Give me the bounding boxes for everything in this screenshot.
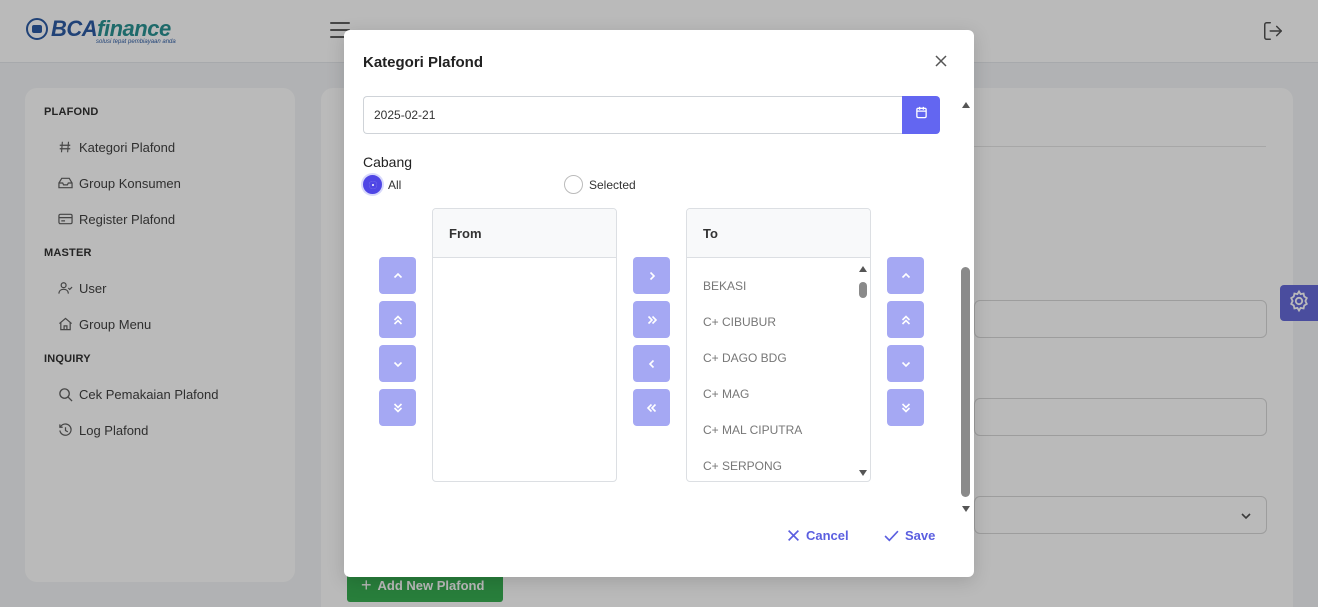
cancel-label: Cancel <box>806 528 849 543</box>
move-all-right-button[interactable] <box>633 301 670 338</box>
kategori-plafond-modal: Kategori Plafond 2025-02-21 Cabang All S… <box>344 30 974 577</box>
to-list-header: To <box>687 209 870 258</box>
radio-all-indicator[interactable] <box>363 175 382 194</box>
cancel-button[interactable]: Cancel <box>787 528 849 543</box>
radio-selected[interactable]: Selected <box>564 175 636 194</box>
save-label: Save <box>905 528 936 543</box>
radio-selected-label: Selected <box>589 177 636 192</box>
save-button[interactable]: Save <box>884 528 935 543</box>
modal-scrollbar[interactable] <box>961 100 971 512</box>
to-move-bottom-button[interactable] <box>887 389 924 426</box>
from-list-header: From <box>433 209 616 258</box>
scroll-thumb[interactable] <box>859 282 867 298</box>
to-list-items: BEKASI C+ CIBUBUR C+ DAGO BDG C+ MAG C+ MAL … <box>687 258 870 481</box>
modal-scroll-down-arrow-icon[interactable] <box>962 506 970 512</box>
move-right-button[interactable] <box>633 257 670 294</box>
move-top-button[interactable] <box>379 301 416 338</box>
list-item[interactable]: BEKASI <box>687 268 870 304</box>
to-move-up-button[interactable] <box>887 257 924 294</box>
calendar-button[interactable] <box>902 96 940 134</box>
from-list-items <box>433 258 616 268</box>
list-item[interactable]: C+ CIBUBUR <box>687 304 870 340</box>
to-list[interactable]: To BEKASI C+ CIBUBUR C+ DAGO BDG C+ MAG C+ M… <box>686 208 871 482</box>
radio-all-label: All <box>388 177 402 192</box>
move-bottom-button[interactable] <box>379 389 416 426</box>
list-item[interactable]: C+ MAL CIPUTRA <box>687 412 870 448</box>
modal-title: Kategori Plafond <box>363 54 484 71</box>
list-item[interactable]: C+ DAGO BDG <box>687 340 870 376</box>
modal-scroll-thumb[interactable] <box>961 267 970 497</box>
move-up-button[interactable] <box>379 257 416 294</box>
from-list[interactable]: From <box>432 208 617 482</box>
move-all-left-button[interactable] <box>633 389 670 426</box>
to-list-scrollbar[interactable] <box>859 264 867 478</box>
cabang-label: Cabang <box>363 154 413 170</box>
calendar-icon <box>915 106 928 124</box>
scroll-down-arrow-icon[interactable] <box>859 470 867 476</box>
radio-all[interactable]: All <box>363 175 401 194</box>
to-move-top-button[interactable] <box>887 301 924 338</box>
move-down-button[interactable] <box>379 345 416 382</box>
move-left-button[interactable] <box>633 345 670 382</box>
modal-scroll-up-arrow-icon[interactable] <box>962 102 970 108</box>
to-move-down-button[interactable] <box>887 345 924 382</box>
radio-selected-indicator[interactable] <box>564 175 583 194</box>
list-item[interactable]: C+ SERPONG <box>687 448 870 481</box>
close-icon[interactable] <box>934 54 948 68</box>
list-item[interactable]: C+ MAG <box>687 376 870 412</box>
date-input[interactable]: 2025-02-21 <box>363 96 903 134</box>
scroll-up-arrow-icon[interactable] <box>859 266 867 272</box>
